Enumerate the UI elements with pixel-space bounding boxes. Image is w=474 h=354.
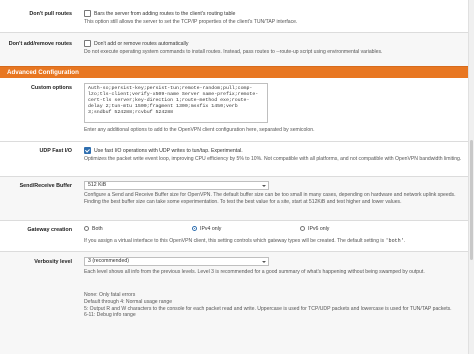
verbosity-level-select[interactable]: 3 (recommended) [84, 257, 269, 266]
label-dont-add-remove-routes: Don't add/remove routes [8, 41, 72, 47]
label-verbosity-level: Verbosity level [34, 259, 72, 265]
udp-fast-io-hint: Optimizes the packet write event loop, i… [84, 156, 462, 162]
gateway-both-radio[interactable] [84, 225, 89, 231]
dont-pull-routes-text: Bars the server from adding routes to th… [94, 10, 236, 17]
row-custom-options: Custom options Auth-so;persist-key;persi… [0, 79, 474, 142]
chevron-down-icon [262, 260, 266, 263]
row-send-receive-buffer: Send/Receive Buffer 512 KiB Configure a … [0, 177, 474, 221]
verbosity-level-item: None: Only fatal errors [84, 292, 136, 298]
gateway-hint-suffix: . [403, 238, 406, 244]
row-gateway-creation: Gateway creation Both IPv4 only IPv6 onl… [0, 221, 474, 252]
gateway-ipv6-label: IPv6 only [308, 226, 330, 232]
verbosity-level-value: 3 (recommended) [88, 258, 129, 264]
gateway-option-ipv6[interactable]: IPv6 only [300, 225, 360, 232]
gateway-ipv4-radio[interactable] [192, 225, 197, 231]
row-verbosity-level: Verbosity level 3 (recommended) Each lev… [0, 252, 474, 354]
row-udp-fast-io: UDP Fast I/O Use fast I/O operations wit… [0, 142, 474, 177]
verbosity-levels-list: None: Only fatal errors Default through … [84, 292, 466, 319]
value-dont-add-remove-routes: Don't add or remove routes automatically… [84, 39, 468, 56]
dont-add-remove-routes-text: Don't add or remove routes automatically [94, 40, 189, 47]
openvpn-client-settings: Don't pull routes Bars the server from a… [0, 0, 474, 354]
label-custom-options: Custom options [30, 85, 72, 91]
label-udp-fast-io: UDP Fast I/O [39, 148, 72, 154]
verbosity-level-hint: Each level shows all info from the previ… [84, 269, 425, 275]
verbosity-level-item: 6-11: Debug info range [84, 312, 136, 319]
value-udp-fast-io: Use fast I/O operations with UDP writes … [84, 146, 468, 163]
gateway-creation-hint: If you assign a virtual interface to thi… [84, 238, 468, 245]
custom-options-hint: Enter any additional options to add to t… [84, 127, 315, 133]
udp-fast-io-text: Use fast I/O operations with UDP writes … [94, 147, 243, 154]
gateway-ipv6-radio[interactable] [300, 225, 305, 231]
dont-pull-routes-checkbox[interactable] [84, 9, 91, 17]
gateway-both-label: Both [92, 226, 103, 232]
gateway-option-ipv4[interactable]: IPv4 only [192, 225, 252, 232]
dont-add-remove-routes-hint: Do not execute operating system commands… [84, 49, 383, 55]
scrollbar-thumb[interactable] [470, 140, 473, 260]
send-receive-buffer-select[interactable]: 512 KiB [84, 181, 269, 190]
label-send-receive-buffer: Send/Receive Buffer [19, 183, 72, 189]
chevron-down-icon [262, 184, 266, 187]
label-gateway-creation: Gateway creation [27, 227, 72, 233]
gateway-hint-prefix: If you assign a virtual interface to thi… [84, 238, 386, 244]
gateway-hint-code: 'both' [385, 238, 404, 244]
page-scrollbar[interactable] [468, 0, 474, 354]
verbosity-level-item: 5: Output R and W characters to the cons… [84, 305, 452, 312]
section-header-advanced-configuration: Advanced Configuration [0, 66, 474, 78]
row-dont-pull-routes: Don't pull routes Bars the server from a… [0, 0, 474, 33]
custom-options-textarea[interactable]: Auth-so;persist-key;persist-tun;remote-r… [84, 83, 268, 123]
verbosity-level-item: Default through 4: Normal usage range [84, 298, 173, 305]
label-dont-pull-routes: Don't pull routes [29, 11, 72, 17]
udp-fast-io-checkbox[interactable] [84, 146, 91, 154]
gateway-ipv4-label: IPv4 only [200, 226, 222, 232]
send-receive-buffer-value: 512 KiB [88, 182, 107, 188]
dont-add-remove-routes-checkbox[interactable] [84, 39, 91, 47]
send-receive-buffer-hint: Configure a Send and Receive Buffer size… [84, 192, 456, 205]
value-dont-pull-routes: Bars the server from adding routes to th… [84, 9, 468, 26]
row-dont-add-remove-routes: Don't add/remove routes Don't add or rem… [0, 33, 474, 67]
gateway-option-both[interactable]: Both [84, 225, 144, 232]
dont-pull-routes-hint: This option still allows the server to s… [84, 19, 298, 25]
